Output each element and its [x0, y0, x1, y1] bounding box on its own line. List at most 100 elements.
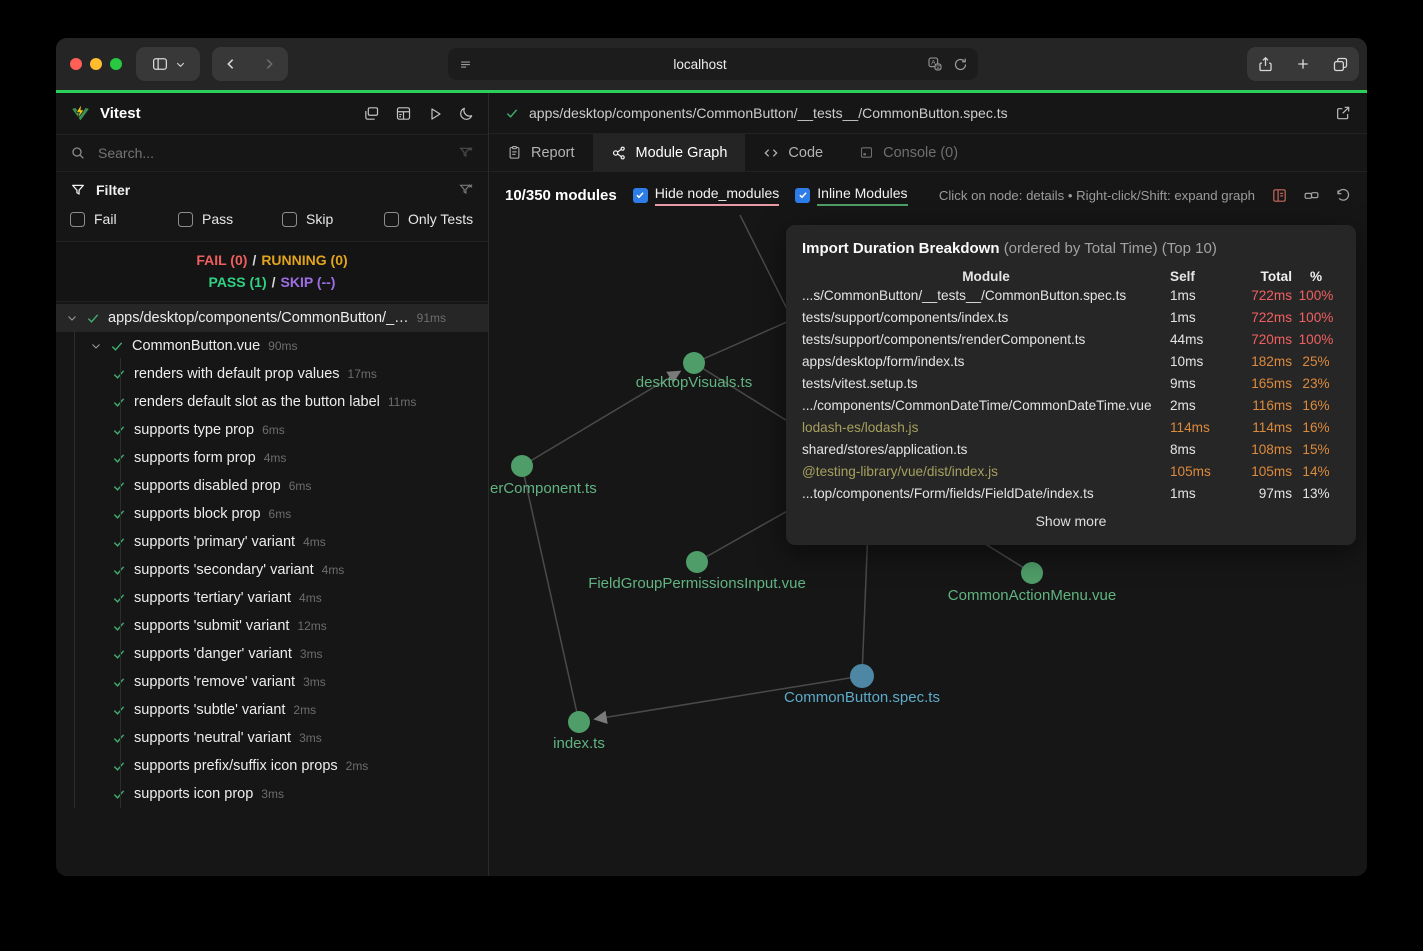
module-node-fieldGroup[interactable] [686, 551, 708, 573]
test-duration: 6ms [269, 507, 292, 521]
test-name: supports icon prop [134, 786, 253, 802]
address-bar[interactable]: localhost A文 [448, 48, 978, 80]
import-duration-panel: Import Duration Breakdown (ordered by To… [786, 225, 1356, 545]
show-more-button[interactable]: Show more [802, 513, 1340, 529]
test-duration: 2ms [293, 703, 316, 717]
zoom-window-button[interactable] [110, 58, 122, 70]
tab-overview-icon[interactable] [1332, 56, 1349, 73]
window-action-buttons [1247, 47, 1359, 81]
percent: 100% [1292, 310, 1340, 325]
share-icon[interactable] [1257, 56, 1274, 73]
module-node-label-fieldGroup[interactable]: FieldGroupPermissionsInput.vue [588, 575, 806, 592]
total-time: 97ms [1228, 486, 1292, 501]
checkbox-icon [70, 212, 85, 227]
module-name: @testing-library/vue/dist/index.js [802, 464, 1170, 479]
module-node-index[interactable] [568, 711, 590, 733]
test-duration: 4ms [322, 563, 345, 577]
pass-check-icon [110, 339, 124, 353]
nav-buttons [212, 47, 288, 81]
filter-icon [70, 182, 86, 198]
url-text[interactable]: localhost [473, 57, 927, 72]
filter-checkbox-pass[interactable]: Pass [178, 211, 282, 227]
breakdown-row[interactable]: lodash-es/lodash.js 114ms 114ms 16% [802, 416, 1340, 438]
filter-checkbox-only-tests[interactable]: Only Tests [384, 211, 473, 227]
breakdown-row[interactable]: tests/support/components/renderComponent… [802, 328, 1340, 350]
dark-mode-icon[interactable] [458, 106, 474, 122]
test-file-row[interactable]: apps/desktop/components/CommonButton/_… … [56, 304, 488, 332]
module-node-label-index[interactable]: index.ts [553, 735, 605, 752]
reset-graph-icon[interactable] [1335, 187, 1351, 203]
pass-check-icon [112, 395, 126, 409]
test-name: supports block prop [134, 506, 261, 522]
console-icon [859, 145, 874, 160]
graph-hint-text: Click on node: details • Right-click/Shi… [939, 188, 1255, 203]
test-duration: 4ms [303, 535, 326, 549]
breakdown-row[interactable]: tests/support/components/index.ts 1ms 72… [802, 306, 1340, 328]
close-window-button[interactable] [70, 58, 82, 70]
filter-checkbox-fail[interactable]: Fail [70, 211, 178, 227]
tab-module-graph[interactable]: Module Graph [593, 134, 746, 171]
forward-button[interactable] [261, 56, 277, 72]
search-input[interactable] [96, 144, 448, 162]
reload-icon[interactable] [953, 57, 968, 72]
self-time: 1ms [1170, 310, 1228, 325]
module-name: apps/desktop/form/index.ts [802, 354, 1170, 369]
chevron-down-icon[interactable] [66, 312, 78, 324]
translate-icon[interactable]: A文 [927, 56, 943, 72]
module-node-desktopVisuals[interactable] [683, 352, 705, 374]
reader-icon[interactable] [458, 57, 473, 72]
breakdown-row[interactable]: ...top/components/Form/fields/FieldDate/… [802, 482, 1340, 504]
test-duration: 12ms [297, 619, 326, 633]
back-button[interactable] [223, 56, 239, 72]
breakdown-row[interactable]: shared/stores/application.ts 8ms 108ms 1… [802, 438, 1340, 460]
breakdown-row[interactable]: tests/vitest.setup.ts 9ms 165ms 23% [802, 372, 1340, 394]
collapse-panels-icon[interactable] [363, 105, 380, 122]
clear-filters-icon[interactable] [458, 182, 474, 198]
module-node-commonButtonSpec[interactable] [850, 664, 874, 688]
module-node-label-commonButtonSpec[interactable]: CommonButton.spec.ts [784, 689, 940, 706]
module-name: ...s/CommonButton/__tests__/CommonButton… [802, 288, 1170, 303]
module-node-label-renderComponent[interactable]: erComponent.ts [490, 480, 597, 497]
filter-checkbox-skip[interactable]: Skip [282, 211, 384, 227]
new-tab-icon[interactable] [1295, 56, 1311, 72]
graph-layout-icon[interactable] [1303, 187, 1320, 204]
chevron-down-icon[interactable] [90, 340, 102, 352]
search-icon [70, 145, 86, 161]
test-suite-row[interactable]: CommonButton.vue 90ms [56, 332, 488, 360]
test-duration: 6ms [262, 423, 285, 437]
breakdown-row[interactable]: @testing-library/vue/dist/index.js 105ms… [802, 460, 1340, 482]
inline-modules-checkbox[interactable]: Inline Modules [795, 185, 907, 206]
breakdown-row[interactable]: .../components/CommonDateTime/CommonDate… [802, 394, 1340, 416]
total-time: 165ms [1228, 376, 1292, 391]
open-external-icon[interactable] [1335, 105, 1351, 121]
clear-search-filter-icon[interactable] [458, 145, 474, 161]
breakdown-row[interactable]: apps/desktop/form/index.ts 10ms 182ms 25… [802, 350, 1340, 372]
module-node-label-desktopVisuals[interactable]: desktopVisuals.ts [636, 374, 752, 391]
breakdown-header: Module Self Total % [802, 269, 1340, 284]
breakdown-row[interactable]: ...s/CommonButton/__tests__/CommonButton… [802, 284, 1340, 306]
dashboard-icon[interactable] [395, 105, 412, 122]
percent: 25% [1292, 354, 1340, 369]
test-suite-name: CommonButton.vue [132, 338, 260, 354]
run-all-icon[interactable] [427, 106, 443, 122]
tab-console[interactable]: Console (0) [841, 134, 976, 171]
module-node-renderComponent[interactable] [511, 455, 533, 477]
run-summary: FAIL (0)/RUNNING (0) PASS (1)/SKIP (--) [56, 242, 488, 302]
self-time: 1ms [1170, 486, 1228, 501]
hide-node-modules-checkbox[interactable]: Hide node_modules [633, 185, 780, 206]
pass-check-icon [505, 106, 519, 120]
tab-report[interactable]: Report [489, 134, 593, 171]
test-name: supports 'primary' variant [134, 534, 295, 550]
module-node-label-commonActionMenu[interactable]: CommonActionMenu.vue [948, 587, 1116, 604]
tab-code[interactable]: Code [745, 134, 841, 171]
minimize-window-button[interactable] [90, 58, 102, 70]
self-time: 105ms [1170, 464, 1228, 479]
test-duration: 2ms [346, 759, 369, 773]
sidebar-toggle-button[interactable] [136, 47, 200, 81]
test-name: renders with default prop values [134, 366, 340, 382]
total-time: 116ms [1228, 398, 1292, 413]
legend-book-icon[interactable] [1271, 187, 1288, 204]
self-time: 2ms [1170, 398, 1228, 413]
module-graph-icon [611, 145, 627, 161]
module-node-commonActionMenu[interactable] [1021, 562, 1043, 584]
